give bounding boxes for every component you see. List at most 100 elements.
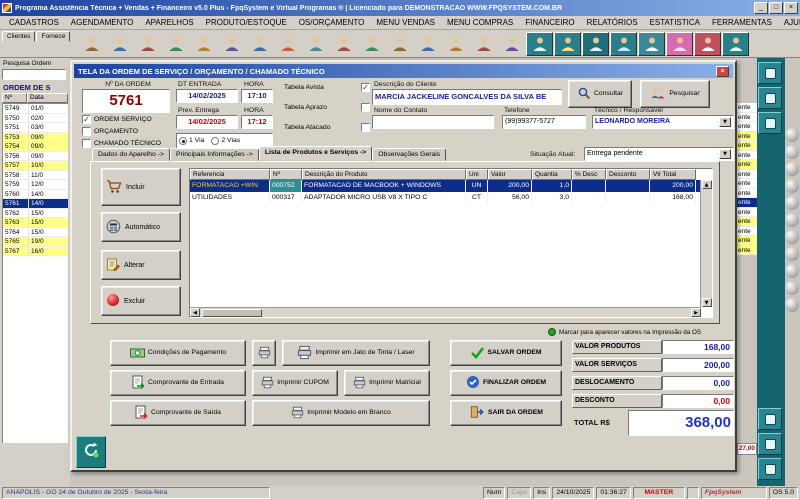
order-list-row[interactable]: 5758 11/0 <box>3 170 68 180</box>
toolbar-person-icon[interactable] <box>190 32 217 56</box>
toolbar-person-icon[interactable] <box>470 32 497 56</box>
order-list-row[interactable]: 5763 15/0 <box>3 218 68 228</box>
order-type-checkbox[interactable]: ORÇAMENTO <box>82 126 161 137</box>
product-row[interactable]: UTILIDADES 000317 ADAPTADOR MICRO USB V8 X… <box>190 192 712 204</box>
toolbar-person-icon[interactable] <box>134 32 161 56</box>
menu-item[interactable]: AGENDAMENTO <box>65 18 140 27</box>
tab-fornecedores[interactable]: Fornece <box>36 31 71 42</box>
hora-entrega-field[interactable]: 17:12 <box>241 115 273 129</box>
menu-item[interactable]: APARELHOS <box>139 18 199 27</box>
tab-clientes[interactable]: Clientes <box>2 31 36 42</box>
scroll-down-icon[interactable]: ▼ <box>701 298 712 307</box>
search-orders-input[interactable] <box>2 69 66 80</box>
order-list-row[interactable]: 5757 10/0 <box>3 161 68 171</box>
toolbar-person-icon[interactable] <box>610 32 637 56</box>
alterar-button[interactable]: Alterar <box>101 250 181 280</box>
order-list-row[interactable]: 5749 01/0 <box>3 104 68 114</box>
imprimir-modelo-branco-button[interactable]: Imprimir Modelo em Branco <box>252 400 430 426</box>
menu-item[interactable]: CADASTROS <box>3 18 65 27</box>
menu-item[interactable]: MENU COMPRAS <box>441 18 519 27</box>
toolbar-person-icon[interactable] <box>274 32 301 56</box>
price-table-checkbox[interactable]: Tabela Atacado <box>284 122 370 133</box>
order-list-row[interactable]: 5754 09/0 <box>3 142 68 152</box>
side-strip-button[interactable] <box>758 87 782 109</box>
order-list-row[interactable]: 5767 16/0 <box>3 246 68 256</box>
hora-entrada-field[interactable]: 17:10 <box>241 89 273 103</box>
side-strip-button[interactable] <box>758 408 782 430</box>
dialog-close-button[interactable]: × <box>716 65 729 77</box>
salvar-ordem-button[interactable]: SALVAR ORDEM <box>450 340 562 366</box>
menu-item[interactable]: FERRAMENTAS <box>706 18 778 27</box>
toolbar-person-icon[interactable] <box>302 32 329 56</box>
menu-item[interactable]: AJUDA <box>778 18 800 27</box>
scroll-right-icon[interactable]: ▶ <box>691 308 701 317</box>
order-list-row[interactable]: 5760 14/0 <box>3 189 68 199</box>
scroll-left-icon[interactable]: ◀ <box>190 308 200 317</box>
order-list-row[interactable]: 5761 14/0 <box>3 199 68 209</box>
order-list-row[interactable]: 5751 03/0 <box>3 123 68 133</box>
consultar-button[interactable]: Consultar <box>568 80 632 108</box>
condicoes-pagamento-button[interactable]: Condições de Pagamento <box>110 340 246 366</box>
side-strip-button[interactable] <box>758 112 782 134</box>
toolbar-person-icon[interactable] <box>498 32 525 56</box>
tecnico-combo[interactable]: LEONARDO MOREIRA ▼ <box>592 115 734 129</box>
toolbar-person-icon[interactable] <box>358 32 385 56</box>
comprovante-saida-button[interactable]: Comprovante de Saída <box>110 400 246 426</box>
mini-print-button[interactable] <box>252 340 276 366</box>
menu-item[interactable]: OS/ORÇAMENTO <box>293 18 371 27</box>
order-list-row[interactable]: 5759 12/0 <box>3 180 68 190</box>
refresh-button[interactable] <box>76 436 106 468</box>
scrollbar-thumb[interactable] <box>202 309 262 317</box>
toolbar-person-icon[interactable] <box>246 32 273 56</box>
toolbar-person-icon[interactable] <box>162 32 189 56</box>
tab-2[interactable]: Principais Informações -> <box>169 148 259 161</box>
menu-item[interactable]: MENU VENDAS <box>370 18 441 27</box>
toolbar-person-icon[interactable] <box>414 32 441 56</box>
toolbar-person-icon[interactable] <box>330 32 357 56</box>
toolbar-person-icon[interactable] <box>218 32 245 56</box>
chevron-down-icon[interactable]: ▼ <box>719 149 731 159</box>
toolbar-person-icon[interactable] <box>78 32 105 56</box>
order-number-field[interactable]: 5761 <box>82 89 170 113</box>
situacao-combo[interactable]: Entrega pendente ▼ <box>584 147 734 161</box>
column-header-numero[interactable]: Nº <box>2 93 27 103</box>
toolbar-person-icon[interactable] <box>722 32 749 56</box>
price-table-checkbox[interactable]: Tabela Aprazo <box>284 102 370 113</box>
vertical-scrollbar[interactable]: ▲ ▼ <box>700 180 712 307</box>
minimize-button[interactable]: _ <box>754 2 768 14</box>
order-type-checkbox[interactable]: ✓ ORDEM SERVIÇO <box>82 114 161 125</box>
chevron-down-icon[interactable]: ▼ <box>719 117 731 127</box>
side-strip-button[interactable] <box>758 62 782 84</box>
toolbar-person-icon[interactable] <box>442 32 469 56</box>
menu-item[interactable]: ESTATISTICA <box>644 18 706 27</box>
side-strip-button[interactable] <box>758 433 782 455</box>
finalizar-ordem-button[interactable]: FINALIZAR ORDEM <box>450 370 562 396</box>
toolbar-person-icon[interactable] <box>386 32 413 56</box>
order-list-row[interactable]: 5750 02/0 <box>3 113 68 123</box>
column-header-data[interactable]: Data <box>27 93 68 103</box>
toolbar-person-icon[interactable] <box>638 32 665 56</box>
imprimir-jato-button[interactable]: Imprimir em Jato de Tinta / Laser <box>282 340 430 366</box>
comprovante-entrada-button[interactable]: Comprovante de Entrada <box>110 370 246 396</box>
client-description-field[interactable]: MARCIA JACKELINE GONCALVES DA SILVA BE <box>372 89 562 105</box>
toolbar-person-icon[interactable] <box>554 32 581 56</box>
toolbar-person-icon[interactable] <box>526 32 553 56</box>
order-list-row[interactable]: 5764 15/0 <box>3 227 68 237</box>
order-list-row[interactable]: 5765 19/0 <box>3 237 68 247</box>
toolbar-person-icon[interactable] <box>694 32 721 56</box>
print-values-radio[interactable]: Marcar para aparecer valores na Impressã… <box>548 328 736 336</box>
dialog-titlebar[interactable]: TELA DA ORDEM DE SERVIÇO / ORÇAMENTO / C… <box>74 64 733 78</box>
telefone-field[interactable]: (99)99377-5727 <box>502 115 586 129</box>
menu-item[interactable]: FINANCEIRO <box>519 18 580 27</box>
tab-3[interactable]: Lista de Produtos e Serviços -> <box>258 146 373 161</box>
toolbar-person-icon[interactable] <box>666 32 693 56</box>
toolbar-person-icon[interactable] <box>106 32 133 56</box>
menu-item[interactable]: PRODUTO/ESTOQUE <box>200 18 293 27</box>
incluir-button[interactable]: Incluir <box>101 168 181 206</box>
imprimir-matricial-button[interactable]: Imprimir Matricial <box>344 370 430 396</box>
prev-entrega-field[interactable]: 14/02/2025 <box>176 115 238 129</box>
price-table-checkbox[interactable]: Tabela Avista ✓ <box>284 82 370 93</box>
toolbar-person-icon[interactable] <box>582 32 609 56</box>
close-button[interactable]: × <box>784 2 798 14</box>
sair-ordem-button[interactable]: SAIR DA ORDEM <box>450 400 562 426</box>
